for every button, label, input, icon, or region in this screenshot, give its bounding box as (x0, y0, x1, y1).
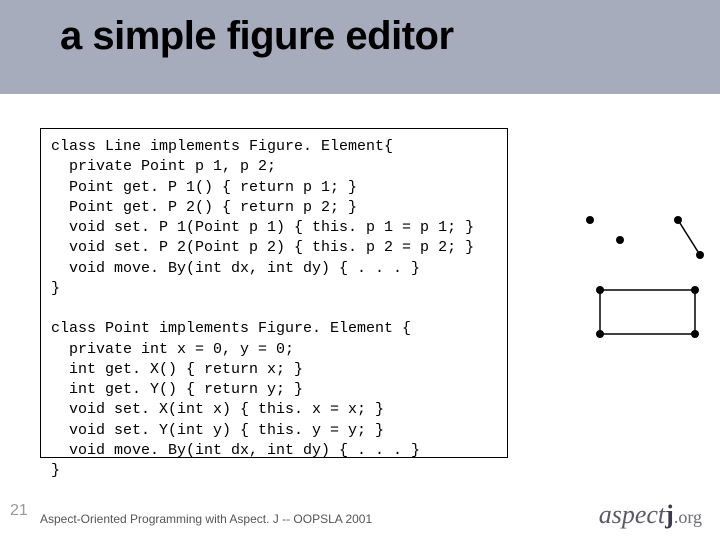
point-icon (674, 216, 682, 224)
rect-shape (600, 290, 695, 334)
logo-j: j (665, 500, 674, 529)
code-line: } (51, 280, 60, 297)
logo-org: .org (674, 507, 702, 527)
footer-text: Aspect-Oriented Programming with Aspect.… (40, 512, 372, 526)
line-segment (678, 220, 700, 255)
code-line: Point get. P 2() { return p 2; } (51, 199, 357, 216)
point-icon (691, 286, 699, 294)
code-line: void set. Y(int y) { this. y = y; } (51, 422, 384, 439)
page-number: 21 (10, 502, 28, 520)
point-icon (596, 286, 604, 294)
figure-illustration (560, 190, 710, 354)
code-line: int get. X() { return x; } (51, 361, 303, 378)
code-line: } (51, 462, 60, 479)
logo-aspect: aspect (599, 500, 665, 529)
code-box: class Line implements Figure. Element{ p… (40, 128, 508, 458)
code-line: void set. P 2(Point p 2) { this. p 2 = p… (51, 239, 474, 256)
figure-svg (560, 190, 710, 354)
code-line: private Point p 1, p 2; (51, 158, 276, 175)
code-line: int get. Y() { return y; } (51, 381, 303, 398)
point-icon (616, 236, 624, 244)
slide-title: a simple figure editor (60, 14, 454, 59)
title-bar: a simple figure editor (0, 0, 720, 94)
point-icon (596, 330, 604, 338)
code-line: void move. By(int dx, int dy) { . . . } (51, 260, 420, 277)
logo: aspectj.org (599, 500, 702, 530)
code-line: class Line implements Figure. Element{ (51, 138, 393, 155)
point-icon (696, 251, 704, 259)
code-line: void move. By(int dx, int dy) { . . . } (51, 442, 420, 459)
point-icon (691, 330, 699, 338)
code-line: private int x = 0, y = 0; (51, 341, 294, 358)
code-line: void set. X(int x) { this. x = x; } (51, 401, 384, 418)
point-icon (586, 216, 594, 224)
code-line: void set. P 1(Point p 1) { this. p 1 = p… (51, 219, 474, 236)
code-line: Point get. P 1() { return p 1; } (51, 179, 357, 196)
code-line: class Point implements Figure. Element { (51, 320, 411, 337)
slide: a simple figure editor class Line implem… (0, 0, 720, 540)
